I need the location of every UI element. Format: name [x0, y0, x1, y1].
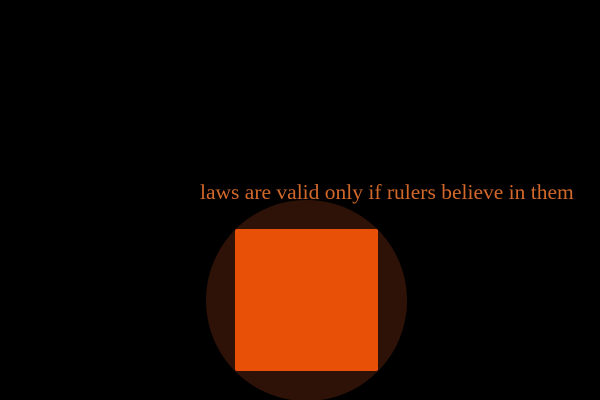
- orange-square: [235, 229, 378, 371]
- quote-text: laws are valid only if rulers believe in…: [200, 180, 574, 204]
- canvas: laws are valid only if rulers believe in…: [0, 0, 600, 400]
